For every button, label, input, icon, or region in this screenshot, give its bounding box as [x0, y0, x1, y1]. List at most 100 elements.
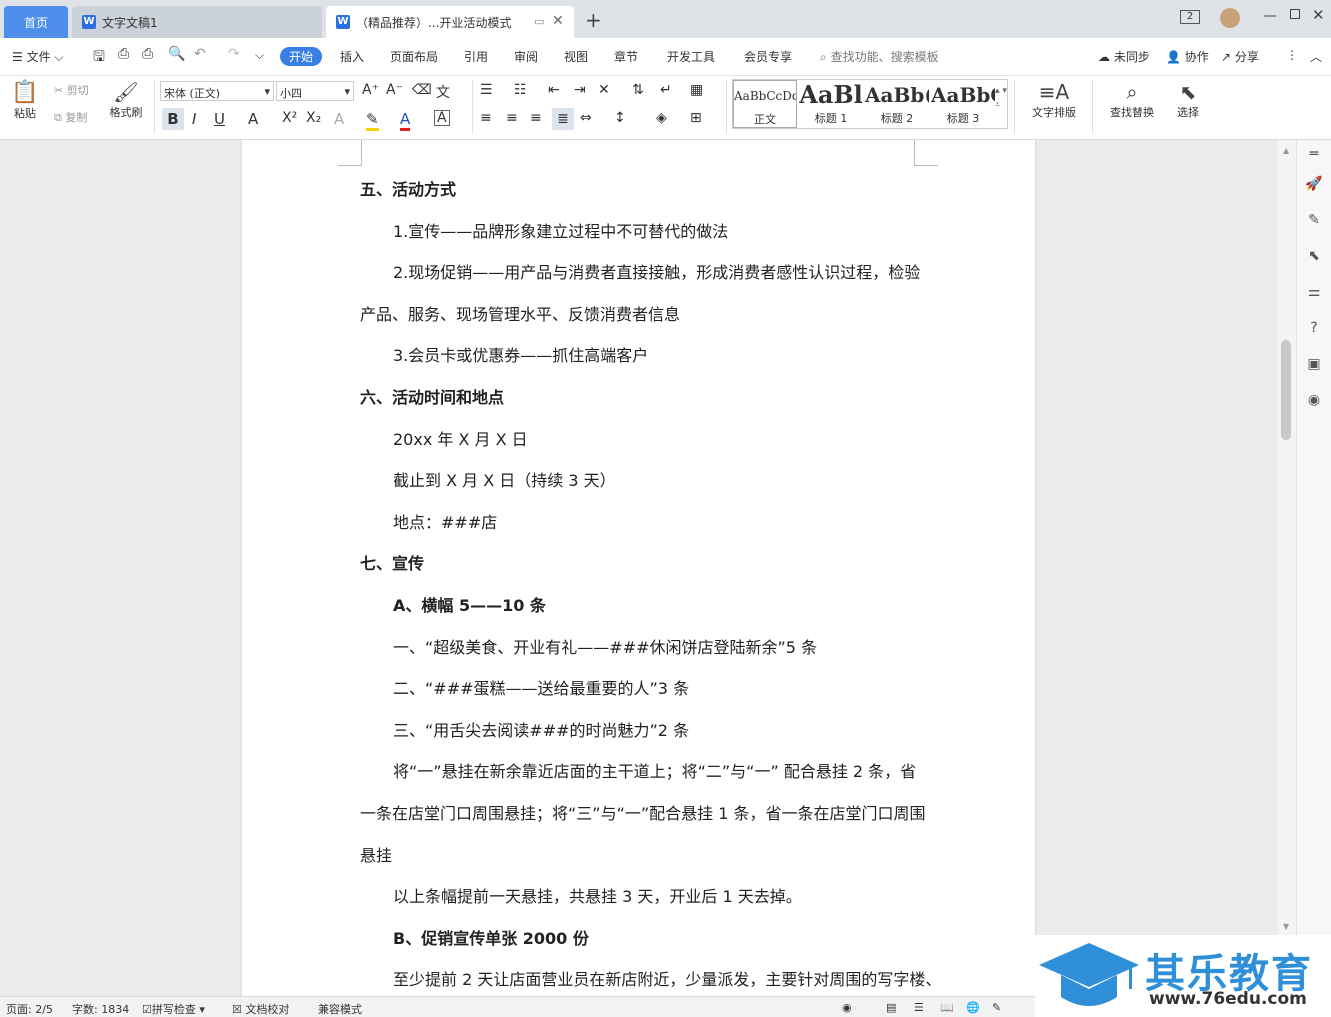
write-view-icon[interactable]: ✎: [992, 1001, 1001, 1014]
window-count-badge[interactable]: 2: [1180, 10, 1200, 24]
find-replace-button[interactable]: ⌕ 查找替换: [1102, 80, 1162, 120]
doc-paragraph[interactable]: 以上条幅提前一天悬挂，共悬挂 3 天，开业后 1 天去掉。: [393, 883, 802, 907]
increase-indent-icon[interactable]: ⇥: [574, 82, 586, 98]
scrollbar-thumb[interactable]: [1281, 340, 1291, 440]
doc-heading[interactable]: 六、活动时间和地点: [360, 384, 504, 408]
scroll-down-icon[interactable]: ▼: [1283, 922, 1289, 931]
search-box[interactable]: ⌕ 查找功能、搜索模板: [820, 48, 939, 65]
eye-protect-icon[interactable]: ◉: [842, 1001, 852, 1014]
show-marks-icon[interactable]: ↵: [660, 82, 672, 98]
lightbulb-icon[interactable]: ◉: [1305, 392, 1323, 410]
align-right-icon[interactable]: ≡: [530, 110, 542, 126]
doc-paragraph[interactable]: 20xx 年 X 月 X 日: [393, 426, 528, 450]
image-icon[interactable]: ▣: [1305, 356, 1323, 374]
tab-insert[interactable]: 插入: [340, 48, 364, 65]
doc-paragraph[interactable]: 二、“###蛋糕——送给最重要的人”3 条: [393, 675, 689, 699]
tab-doc2[interactable]: W （精品推荐）...开业活动模式 ▭ ✕: [326, 6, 574, 38]
quick-access-dropdown-icon[interactable]: ⌵: [255, 48, 264, 63]
underline-button[interactable]: U: [214, 110, 225, 128]
align-left-icon[interactable]: ≡: [480, 110, 492, 126]
borders-icon[interactable]: ⊞: [690, 110, 702, 126]
style-item[interactable]: AaBb(标题 2: [865, 80, 929, 128]
pinyin-icon[interactable]: 文: [436, 82, 450, 102]
scroll-up-icon[interactable]: ▲: [1283, 146, 1289, 155]
doc-paragraph[interactable]: 1.宣传——品牌形象建立过程中不可替代的做法: [393, 218, 728, 242]
font-color-button[interactable]: A: [400, 110, 411, 131]
line-spacing-icon[interactable]: ↕: [614, 110, 626, 126]
bold-button[interactable]: B: [162, 108, 184, 130]
word-count[interactable]: 字数: 1834: [72, 1001, 129, 1017]
doc-paragraph[interactable]: 至少提前 2 天让店面营业员在新店附近，少量派发，主要针对周围的写字楼、: [393, 966, 941, 990]
print-preview-icon[interactable]: 🔍: [168, 46, 185, 62]
minimize-icon[interactable]: —: [1263, 8, 1277, 24]
tab-layout[interactable]: 页面布局: [390, 48, 438, 65]
maximize-icon[interactable]: [1290, 9, 1300, 19]
doc-paragraph[interactable]: 三、“用舌尖去阅读###的时尚魅力”2 条: [393, 717, 689, 741]
highlight-button[interactable]: ✎: [366, 110, 379, 131]
decrease-font-icon[interactable]: A⁻: [386, 82, 403, 98]
style-gallery-scroll-icon[interactable]: ▴ ▾ ⩡: [995, 84, 1007, 112]
vertical-scrollbar[interactable]: ▲ ▼: [1278, 140, 1296, 936]
collab-button[interactable]: 👤 协作: [1166, 48, 1209, 65]
doc-paragraph[interactable]: 截止到 X 月 X 日（持续 3 天）: [393, 467, 616, 491]
decrease-indent-icon[interactable]: ⇤: [548, 82, 560, 98]
document-page[interactable]: 五、活动方式 1.宣传——品牌形象建立过程中不可替代的做法 2.现场促销——用产品与…: [242, 140, 1035, 996]
collapse-ribbon-icon[interactable]: ︿: [1310, 48, 1322, 65]
outline-view-icon[interactable]: ☰: [914, 1001, 924, 1014]
undo-icon[interactable]: ↶: [194, 46, 206, 62]
strikethrough-button[interactable]: A: [248, 110, 258, 128]
pin-icon[interactable]: ▭: [534, 15, 544, 28]
chinese-layout-icon[interactable]: ✕: [598, 82, 610, 98]
file-menu[interactable]: ☰ 文件 ⌵: [12, 48, 64, 65]
pen-icon[interactable]: ✎: [1305, 212, 1323, 230]
avatar[interactable]: [1220, 8, 1240, 28]
tab-review[interactable]: 审阅: [514, 48, 538, 65]
clear-format-icon[interactable]: ⌫: [412, 82, 432, 98]
align-center-icon[interactable]: ≡: [506, 110, 518, 126]
doc-paragraph[interactable]: 3.会员卡或优惠券——抓住高端客户: [393, 342, 648, 366]
doc-paragraph[interactable]: 一条在店堂门口周围悬挂；将“三”与“一”配合悬挂 1 条，省一条在店堂门口周围: [360, 800, 926, 824]
style-item[interactable]: AaBbCcDd 正文: [733, 80, 797, 128]
distribute-icon[interactable]: ⇔: [580, 110, 592, 126]
tab-home[interactable]: 首页: [4, 6, 68, 38]
more-icon[interactable]: ⋮: [1286, 48, 1298, 62]
spell-check[interactable]: ☑拼写检查 ▾: [142, 1001, 205, 1017]
share-button[interactable]: ↗ 分享: [1221, 48, 1259, 65]
web-view-icon[interactable]: 🌐: [966, 1001, 980, 1014]
select-button[interactable]: ⬉ 选择: [1170, 80, 1206, 120]
doc-paragraph[interactable]: 将“一”悬挂在新余靠近店面的主干道上；将“二”与“一” 配合悬挂 2 条，省: [393, 758, 916, 782]
italic-button[interactable]: I: [192, 110, 196, 128]
shading-icon[interactable]: ◈: [656, 110, 667, 126]
doc-heading[interactable]: B、促销宣传单张 2000 份: [393, 925, 589, 949]
tab-start[interactable]: 开始: [280, 47, 323, 66]
close-tab-icon[interactable]: ✕: [552, 13, 564, 29]
tab-view[interactable]: 视图: [564, 48, 588, 65]
subscript-button[interactable]: X₂: [306, 110, 321, 126]
text-layout-button[interactable]: ≡A 文字排版: [1024, 80, 1084, 120]
settings-sliders-icon[interactable]: ⚌: [1305, 284, 1323, 302]
style-gallery[interactable]: AaBbCcDd 正文 AaBl 标题 1 AaBb(标题 2 AaBbC 标题 3 ▴ ▾ …: [732, 79, 1008, 129]
style-item[interactable]: AaBl 标题 1: [799, 80, 863, 128]
doc-paragraph[interactable]: 2.现场促销——用产品与消费者直接接触，形成消费者感性认识过程，检验: [393, 259, 920, 283]
doc-heading[interactable]: A、横幅 5——10 条: [393, 592, 546, 616]
export-pdf-icon[interactable]: ⎙: [118, 46, 129, 62]
tab-member[interactable]: 会员专享: [744, 48, 792, 65]
increase-font-icon[interactable]: A⁺: [362, 82, 379, 98]
cut-button[interactable]: ✂ 剪切: [54, 82, 89, 98]
superscript-button[interactable]: X²: [282, 110, 297, 126]
document-canvas[interactable]: 五、活动方式 1.宣传——品牌形象建立过程中不可替代的做法 2.现场促销——用产品与…: [0, 140, 1296, 996]
doc-paragraph[interactable]: 产品、服务、现场管理水平、反馈消费者信息: [360, 301, 680, 325]
close-window-icon[interactable]: ✕: [1312, 6, 1325, 24]
new-tab-icon[interactable]: +: [585, 8, 602, 32]
tab-doc1[interactable]: W 文字文稿1: [72, 6, 322, 38]
style-item[interactable]: AaBbC 标题 3: [931, 80, 995, 128]
justify-icon[interactable]: ≣: [552, 108, 574, 130]
collapse-panel-icon[interactable]: ═: [1305, 146, 1323, 164]
font-family-select[interactable]: 宋体 (正文) ▾: [160, 81, 274, 101]
pointer-icon[interactable]: ⬉: [1305, 248, 1323, 266]
table-grid-icon[interactable]: ▦: [690, 82, 703, 98]
doc-paragraph[interactable]: 一、“超级美食、开业有礼——###休闲饼店登陆新余”5 条: [393, 634, 817, 658]
text-effect-button[interactable]: A: [334, 110, 344, 128]
page-indicator[interactable]: 页面: 2/5: [6, 1001, 53, 1017]
doc-heading[interactable]: 七、宣传: [360, 550, 424, 574]
